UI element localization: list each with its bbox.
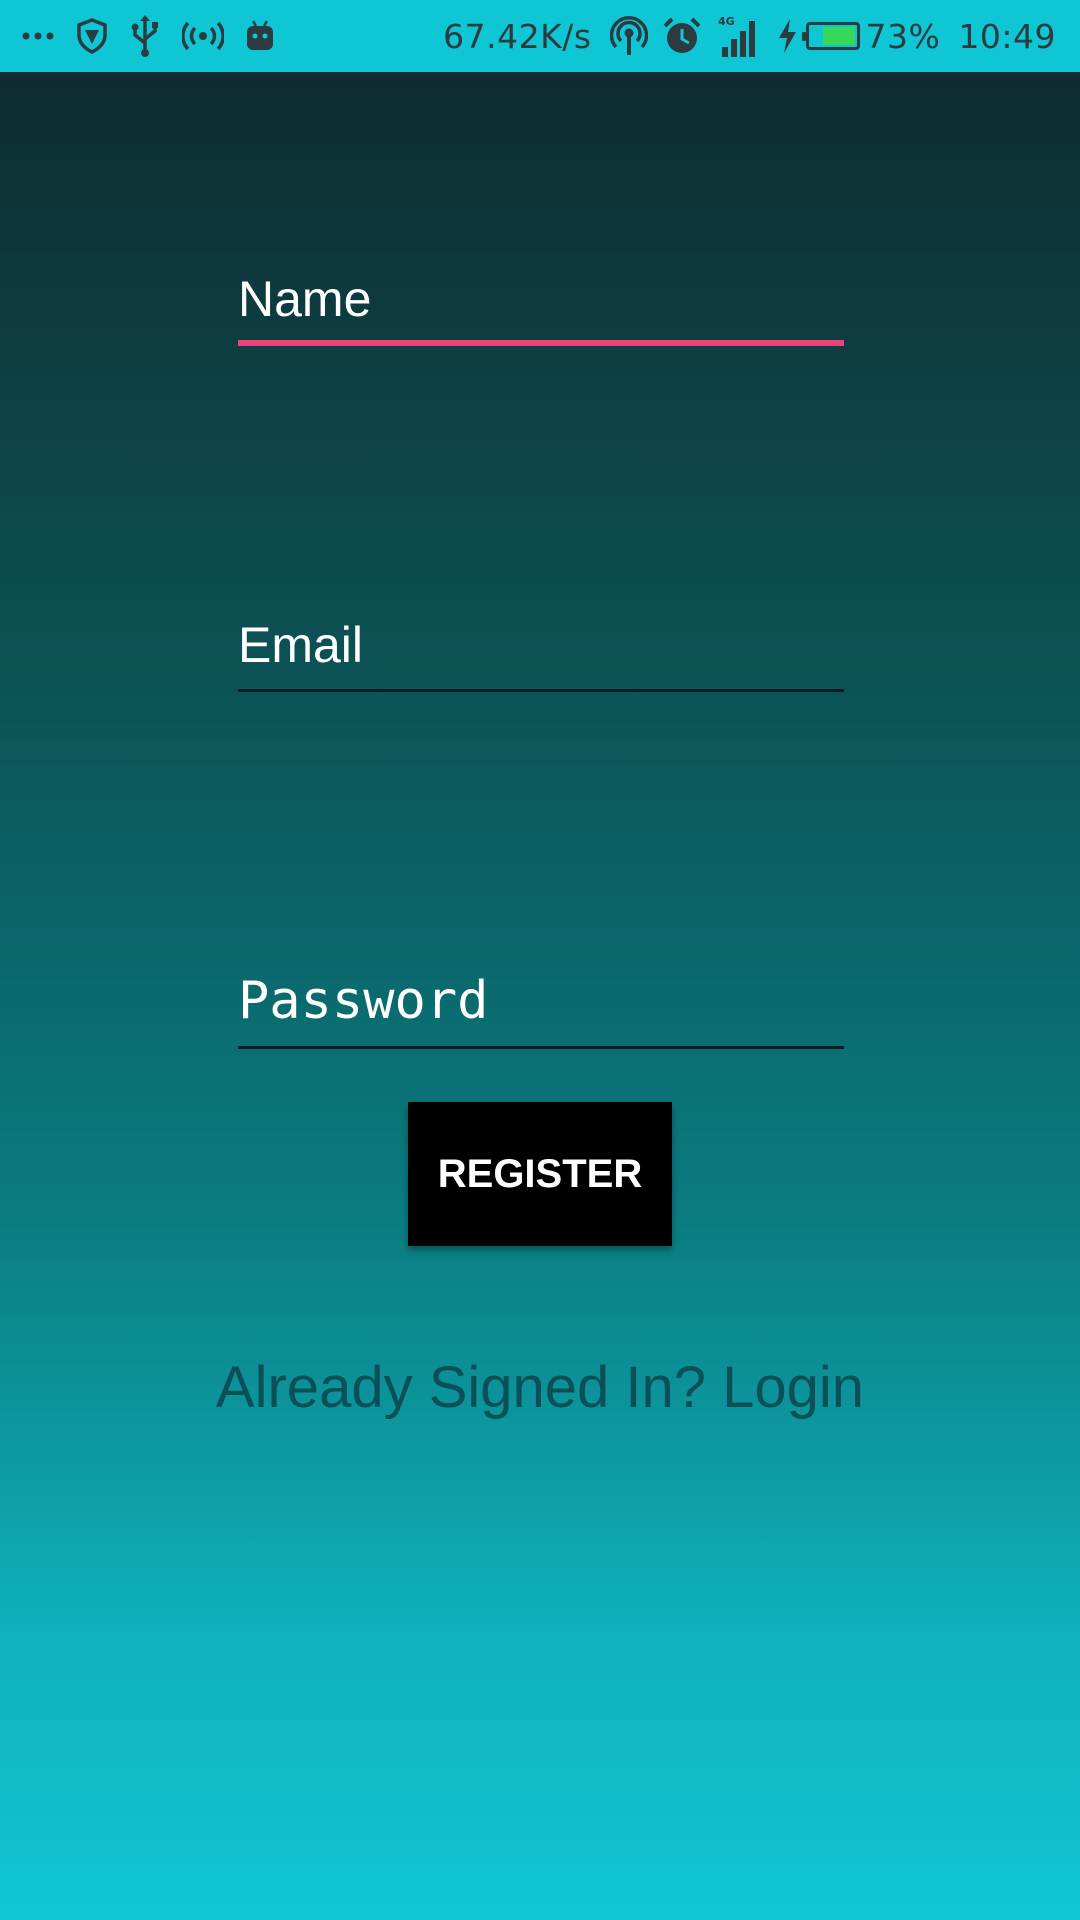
status-right-icons: 67.42K/s 4G 73% 10:49	[443, 12, 1056, 60]
clock: 10:49	[958, 16, 1056, 56]
svg-text:4G: 4G	[718, 15, 735, 28]
android-debug-icon	[246, 12, 274, 60]
email-placeholder: Email	[238, 617, 364, 673]
register-button[interactable]: REGISTER	[408, 1102, 672, 1246]
password-underline	[238, 1046, 844, 1049]
usb-icon	[130, 12, 160, 60]
charging-bolt-icon	[776, 12, 798, 60]
wireless-hotspot-icon	[609, 12, 648, 60]
name-field[interactable]: Name	[238, 271, 844, 346]
name-underline	[238, 340, 844, 346]
hotspot-signal-icon	[182, 12, 224, 60]
password-field[interactable]: Password	[238, 971, 844, 1049]
shield-icon	[76, 12, 108, 60]
battery-icon	[801, 22, 860, 50]
email-field[interactable]: Email	[238, 617, 844, 692]
email-underline	[238, 689, 844, 692]
cell-signal-icon: 4G	[716, 12, 762, 60]
name-placeholder: Name	[238, 271, 372, 327]
alarm-icon	[662, 12, 702, 60]
password-placeholder: Password	[238, 971, 489, 1031]
battery-percent: 73%	[865, 16, 941, 56]
battery-fill	[822, 27, 855, 45]
status-bar: 67.42K/s 4G 73% 10:49	[0, 0, 1080, 72]
network-speed: 67.42K/s	[443, 16, 592, 56]
status-left-icons	[22, 12, 296, 60]
register-screen: Name Email Password	[0, 72, 1080, 1920]
login-link[interactable]: Already Signed In? Login	[0, 1354, 1080, 1421]
more-dots-icon	[22, 12, 54, 60]
